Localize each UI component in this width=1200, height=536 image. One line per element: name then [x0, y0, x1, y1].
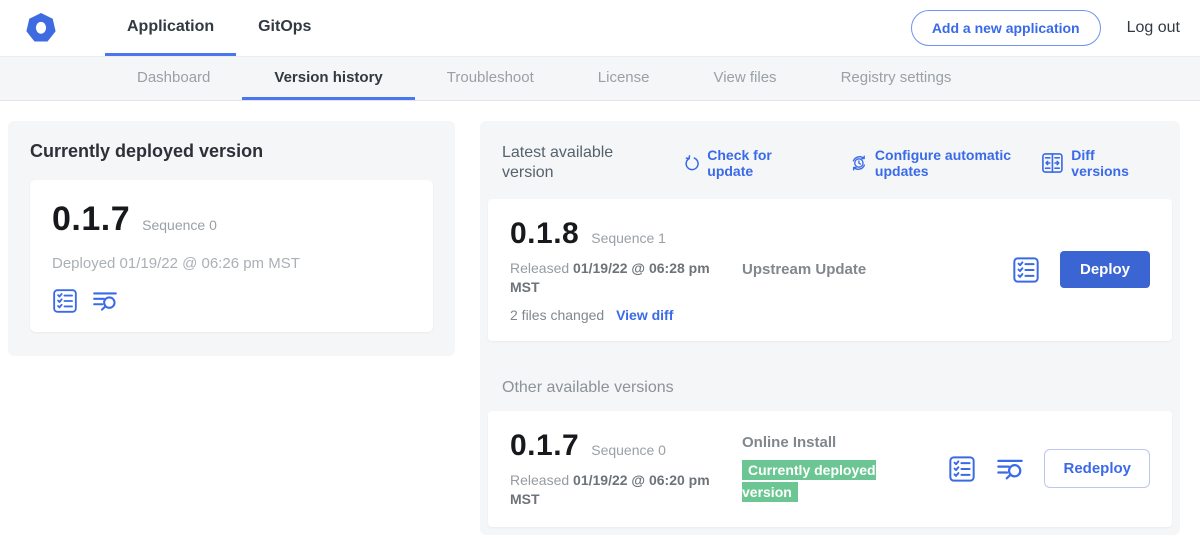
currently-deployed-panel: Currently deployed version 0.1.7 Sequenc… [8, 121, 455, 356]
latest-available-title: Latest available version [502, 143, 631, 183]
deploy-logs-icon[interactable] [92, 288, 118, 314]
subnav-registry-settings[interactable]: Registry settings [809, 57, 984, 100]
current-version-sequence: Sequence 0 [142, 217, 217, 233]
primary-nav: Application GitOps [105, 0, 333, 56]
tab-gitops[interactable]: GitOps [236, 0, 333, 56]
other-version-info: 0.1.7 Sequence 0 Released 01/19/22 @ 06:… [510, 429, 742, 509]
other-version-actions: Redeploy [948, 449, 1150, 488]
latest-released-timestamp: Released 01/19/22 @ 06:28 pm MST [510, 259, 710, 297]
currently-deployed-badge: Currently deployed version [742, 460, 910, 504]
deployed-timestamp: Deployed 01/19/22 @ 06:26 pm MST [52, 255, 411, 272]
deploy-button[interactable]: Deploy [1060, 251, 1150, 288]
other-version-source: Online Install Currently deployed versio… [742, 434, 948, 504]
redeploy-button[interactable]: Redeploy [1044, 449, 1150, 488]
current-version-row: 0.1.7 Sequence 0 [52, 200, 411, 239]
add-application-button[interactable]: Add a new application [911, 10, 1101, 46]
app-logo[interactable] [25, 0, 57, 56]
subnav-license[interactable]: License [566, 57, 682, 100]
tab-application[interactable]: Application [105, 0, 236, 56]
other-released-timestamp: Released 01/19/22 @ 06:20 pm MST [510, 471, 710, 509]
latest-version-source: Upstream Update [742, 261, 1012, 278]
configure-automatic-updates-button[interactable]: Configure automatic updates [850, 147, 1031, 179]
preflight-checklist-icon[interactable] [948, 455, 976, 483]
deploy-logs-icon[interactable] [996, 455, 1024, 483]
latest-version-number: 0.1.8 [510, 217, 579, 251]
other-version-number: 0.1.7 [510, 429, 579, 463]
current-version-actions [52, 288, 411, 314]
preflight-checklist-icon[interactable] [52, 288, 78, 314]
other-version-sequence: Sequence 0 [591, 442, 666, 458]
main-content: Currently deployed version 0.1.7 Sequenc… [0, 101, 1200, 535]
refresh-icon [683, 153, 700, 174]
view-diff-link[interactable]: View diff [616, 307, 673, 323]
available-updates-panel: Latest available version Check for updat… [480, 121, 1180, 535]
configure-automatic-updates-label: Configure automatic updates [875, 147, 1032, 179]
app-subnav: Dashboard Version history Troubleshoot L… [0, 57, 1200, 101]
subnav-view-files[interactable]: View files [681, 57, 808, 100]
diff-versions-icon [1041, 151, 1064, 175]
install-type-text: Online Install [742, 434, 948, 451]
preflight-checklist-icon[interactable] [1012, 256, 1040, 284]
diff-versions-button[interactable]: Diff versions [1041, 147, 1152, 179]
subnav-troubleshoot[interactable]: Troubleshoot [415, 57, 566, 100]
other-versions-heading: Other available versions [502, 379, 1172, 397]
files-changed-row: 2 files changed View diff [510, 307, 742, 323]
current-version-card: 0.1.7 Sequence 0 Deployed 01/19/22 @ 06:… [30, 180, 433, 332]
latest-version-sequence: Sequence 1 [591, 230, 666, 246]
other-version-card: 0.1.7 Sequence 0 Released 01/19/22 @ 06:… [488, 411, 1172, 527]
available-updates-header: Latest available version Check for updat… [488, 129, 1172, 199]
latest-version-card: 0.1.8 Sequence 1 Released 01/19/22 @ 06:… [488, 199, 1172, 341]
check-for-update-button[interactable]: Check for update [683, 147, 802, 179]
auto-update-clock-icon [850, 152, 868, 174]
currently-deployed-title: Currently deployed version [30, 141, 433, 162]
files-changed-text: 2 files changed [510, 307, 604, 323]
latest-version-info: 0.1.8 Sequence 1 Released 01/19/22 @ 06:… [510, 217, 742, 323]
top-header: Application GitOps Add a new application… [0, 0, 1200, 57]
diff-versions-label: Diff versions [1071, 147, 1152, 179]
check-for-update-label: Check for update [707, 147, 802, 179]
header-right: Add a new application Log out [911, 0, 1180, 56]
subnav-version-history[interactable]: Version history [242, 57, 414, 100]
subnav-dashboard[interactable]: Dashboard [105, 57, 242, 100]
kots-heptagon-logo-icon [25, 12, 57, 44]
latest-version-actions: Deploy [1012, 251, 1150, 288]
current-version-number: 0.1.7 [52, 200, 130, 239]
logout-link[interactable]: Log out [1127, 19, 1180, 37]
